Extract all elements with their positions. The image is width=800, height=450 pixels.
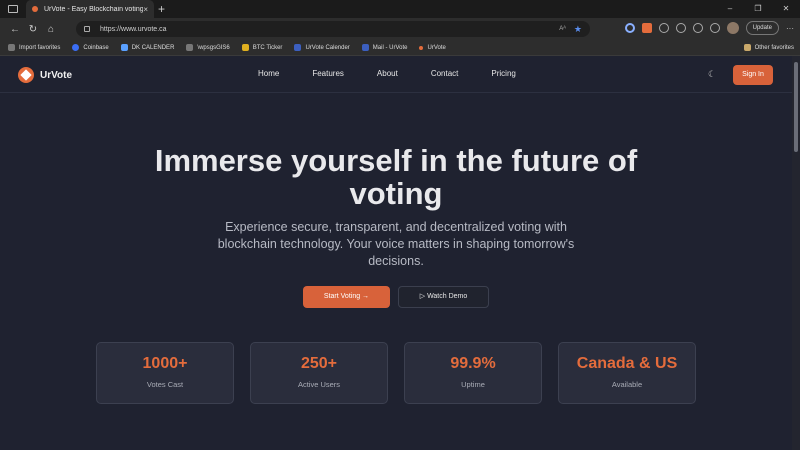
browser-extensions: Update ··· <box>624 21 794 35</box>
scrollbar-thumb[interactable] <box>794 62 798 152</box>
favorite-star-icon[interactable]: ★ <box>574 24 582 35</box>
bookmark-wpsg[interactable]: \wpsgsGIS6 <box>186 44 230 51</box>
urvote-calendar-icon <box>294 44 302 51</box>
bookmark-label: Mail - UrVote <box>372 44 408 51</box>
bookmark-label: DK CALENDER <box>131 44 175 51</box>
address-bar[interactable]: https://www.urvote.ca Aᴬ ★ <box>76 21 590 37</box>
bookmark-label: UrVote <box>427 44 446 51</box>
stat-value: 250+ <box>300 355 338 372</box>
web-page: UrVote Home Features About Contact Prici… <box>0 56 792 450</box>
more-menu-icon[interactable]: ··· <box>786 24 794 33</box>
bookmark-label: \wpsgsGIS6 <box>197 44 230 51</box>
restore-button[interactable]: ❐ <box>744 0 772 18</box>
collections-icon[interactable] <box>692 23 703 33</box>
extension-icon[interactable] <box>624 23 635 33</box>
favorites-icon[interactable] <box>675 23 686 33</box>
coinbase-icon <box>72 44 80 51</box>
stat-label: Available <box>611 380 643 389</box>
nav-about[interactable]: About <box>377 69 398 78</box>
bookmark-coinbase[interactable]: Coinbase <box>72 44 109 51</box>
hero-subtitle: Experience secure, transparent, and dece… <box>217 220 575 268</box>
import-icon <box>8 44 15 51</box>
bookmark-urvote[interactable]: UrVote <box>419 44 446 51</box>
folder-icon <box>743 44 751 51</box>
watch-demo-button[interactable]: ▷ Watch Demo <box>398 286 489 308</box>
browser-tab[interactable]: UrVote - Easy Blockchain voting × <box>26 0 154 18</box>
btc-icon <box>241 44 249 51</box>
update-button[interactable]: Update <box>745 21 779 35</box>
stat-card-availability: Canada & US Available <box>558 342 696 404</box>
split-screen-icon[interactable] <box>658 23 669 33</box>
hero-title-line1: Immerse yourself in the future of <box>154 143 638 178</box>
refresh-icon[interactable]: ↻ <box>24 24 42 35</box>
back-arrow-icon[interactable]: ← <box>6 24 24 35</box>
close-window-button[interactable]: ✕ <box>772 0 800 18</box>
stat-card-users: 250+ Active Users <box>250 342 388 404</box>
nav-contact[interactable]: Contact <box>431 69 459 78</box>
close-tab-icon[interactable]: × <box>143 5 148 14</box>
stat-label: Uptime <box>461 380 485 389</box>
stat-label: Active Users <box>297 380 341 389</box>
nav-home[interactable]: Home <box>258 69 279 78</box>
read-aloud-icon[interactable]: Aᴬ <box>559 26 566 32</box>
stat-value: 1000+ <box>142 355 188 372</box>
hero-title-line2: voting <box>349 176 443 211</box>
stat-value: 99.9% <box>450 355 496 372</box>
stat-label: Votes Cast <box>146 380 184 389</box>
nav-pricing[interactable]: Pricing <box>491 69 515 78</box>
lock-icon[interactable] <box>84 26 90 32</box>
browser-toolbar: ← ↻ ⌂ https://www.urvote.ca Aᴬ ★ Update … <box>0 18 800 40</box>
window-controls: – ❐ ✕ <box>716 0 800 18</box>
main-nav: Home Features About Contact Pricing <box>258 69 516 78</box>
other-favorites[interactable]: Other favorites <box>743 44 794 51</box>
wpsg-icon <box>186 44 194 51</box>
page-scrollbar[interactable] <box>792 56 800 450</box>
urvote-favicon-icon <box>32 6 38 12</box>
mail-icon <box>361 44 369 51</box>
browser-essentials-icon[interactable] <box>709 23 720 33</box>
urvote-icon <box>419 45 424 50</box>
urvote-logo-icon <box>18 67 34 83</box>
home-icon[interactable]: ⌂ <box>42 24 60 35</box>
logo-text: UrVote <box>40 69 73 81</box>
bookmark-dk-calender[interactable]: DK CALENDER <box>120 44 175 51</box>
bookmark-import-favorites[interactable]: Import favorites <box>8 44 60 51</box>
stat-card-votes: 1000+ Votes Cast <box>96 342 234 404</box>
browser-titlebar: UrVote - Easy Blockchain voting × + – ❐ … <box>0 0 800 18</box>
bookmark-mail-urvote[interactable]: Mail - UrVote <box>361 44 408 51</box>
metamask-icon[interactable] <box>641 23 652 33</box>
tab-actions-icon[interactable] <box>8 5 18 13</box>
bookmark-label: BTC Ticker <box>252 44 283 51</box>
dk-icon <box>120 44 128 51</box>
sign-in-button[interactable]: Sign In <box>733 65 773 85</box>
url-text[interactable]: https://www.urvote.ca <box>100 26 559 33</box>
bookmarks-bar: Import favorites Coinbase DK CALENDER \w… <box>0 40 800 56</box>
profile-avatar[interactable] <box>726 22 739 34</box>
site-logo[interactable]: UrVote <box>18 67 72 83</box>
hero-title: Immerse yourself in the future of voting <box>0 144 792 210</box>
start-voting-button[interactable]: Start Voting → <box>303 286 390 308</box>
bookmark-label: Import favorites <box>19 44 61 51</box>
other-favorites-label: Other favorites <box>754 44 794 51</box>
bookmark-btc-ticker[interactable]: BTC Ticker <box>241 44 283 51</box>
bookmark-urvote-calender[interactable]: UrVote Calender <box>294 44 350 51</box>
stat-value: Canada & US <box>576 355 678 372</box>
bookmark-label: Coinbase <box>83 44 109 51</box>
tab-title: UrVote - Easy Blockchain voting <box>44 5 144 13</box>
site-header: UrVote Home Features About Contact Prici… <box>0 56 792 93</box>
new-tab-button[interactable]: + <box>158 2 165 16</box>
minimize-button[interactable]: – <box>716 0 744 18</box>
bookmark-label: UrVote Calender <box>305 44 350 51</box>
stat-card-uptime: 99.9% Uptime <box>404 342 542 404</box>
nav-features[interactable]: Features <box>312 69 344 78</box>
theme-toggle-moon-icon[interactable]: ☾ <box>708 69 718 79</box>
